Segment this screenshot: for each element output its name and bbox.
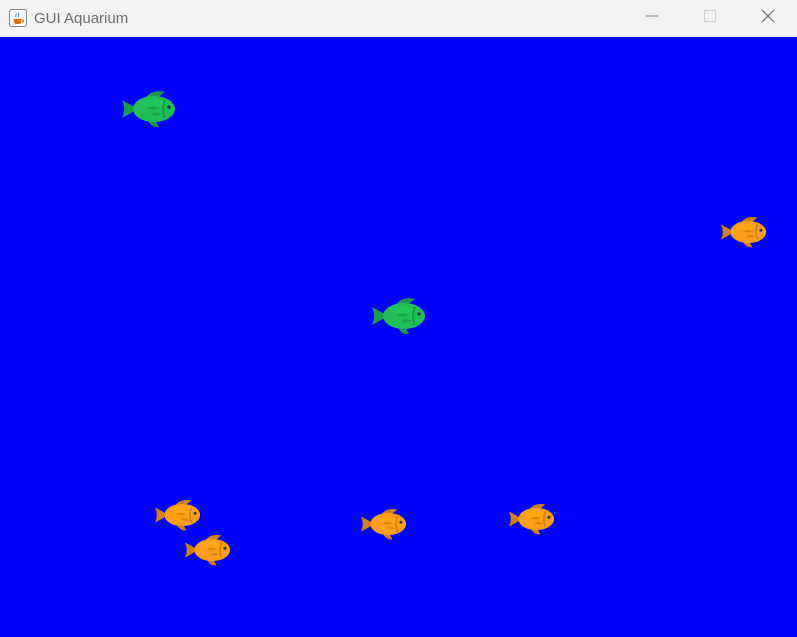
aquarium-canvas xyxy=(0,37,797,637)
minimize-button[interactable] xyxy=(623,0,681,36)
maximize-button[interactable] xyxy=(681,0,739,36)
close-icon xyxy=(761,9,775,28)
fish-green xyxy=(371,296,427,341)
fish-orange xyxy=(181,533,235,572)
fish-orange xyxy=(505,502,559,541)
fish-orange xyxy=(151,498,205,537)
java-cup-icon xyxy=(9,9,27,27)
fish-orange xyxy=(717,215,771,254)
title-bar[interactable]: GUI Aquarium xyxy=(0,0,797,37)
app-window: GUI Aquarium xyxy=(0,0,797,637)
window-title: GUI Aquarium xyxy=(34,10,129,27)
close-button[interactable] xyxy=(739,0,797,36)
fish-green xyxy=(121,89,177,134)
minimize-icon xyxy=(646,9,658,27)
maximize-icon xyxy=(704,9,716,27)
fish-orange xyxy=(357,507,411,546)
